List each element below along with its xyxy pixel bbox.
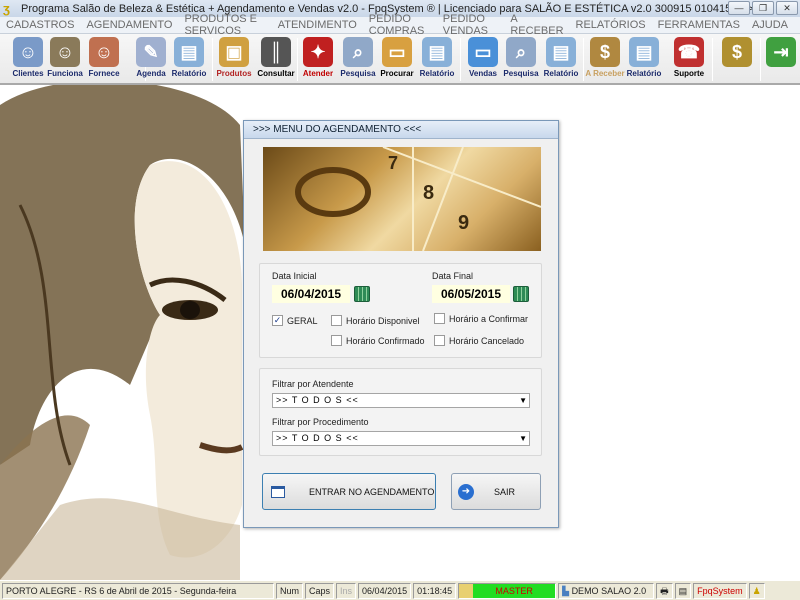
printer-icon: ▤: [422, 37, 452, 67]
a-confirmar-label: Horário a Confirmar: [449, 313, 529, 324]
agenda-icon: ✎: [136, 37, 166, 67]
entrar-label: ENTRAR NO AGENDAMENTO: [309, 486, 435, 497]
clients-icon: ☺: [13, 37, 43, 67]
status-location: PORTO ALEGRE - RS 6 de Abril de 2015 - S…: [2, 582, 274, 599]
maximize-button[interactable]: ❐: [752, 1, 774, 15]
status-date: 06/04/2015: [358, 582, 412, 599]
exit-icon: ⇥: [766, 37, 796, 67]
status-user: MASTER: [458, 582, 557, 599]
status-brand: FpqSystem: [693, 582, 747, 599]
toolbar-label: Fornece: [88, 69, 120, 78]
date-filter-group: Data Inicial 06/04/2015 Data Final 06/05…: [259, 263, 542, 358]
checkmark-icon: ✓: [272, 315, 283, 326]
entrar-agendamento-button[interactable]: ENTRAR NO AGENDAMENTO: [262, 473, 436, 510]
menu-relat-rios[interactable]: RELATÓRIOS: [576, 19, 646, 31]
disponivel-label: Horário Disponivel: [346, 315, 420, 326]
support-icon: ☎: [674, 37, 704, 67]
filters-group: Filtrar por Atendente >> T O D O S << ▼ F…: [259, 368, 542, 456]
confirmado-checkbox[interactable]: Horário Confirmado: [331, 335, 425, 346]
boxes-icon: ▣: [219, 37, 249, 67]
confirmado-label: Horário Confirmado: [346, 335, 425, 346]
printer-icon: ▤: [629, 37, 659, 67]
minimize-button[interactable]: —: [728, 1, 750, 15]
toolbar-button-exit[interactable]: ⇥: [760, 36, 800, 82]
atendente-select[interactable]: >> T O D O S << ▼: [272, 393, 530, 408]
close-button[interactable]: ✕: [776, 1, 798, 15]
toolbar-button-relat-rio[interactable]: ▤ Relatório: [623, 36, 665, 82]
background-area: >>> MENU DO AGENDAMENTO <<< 7 8 9 Data I…: [0, 85, 800, 580]
menu-ferramentas[interactable]: FERRAMENTAS: [658, 19, 740, 31]
sair-label: SAIR: [494, 486, 516, 497]
suppliers-icon: ☺: [89, 37, 119, 67]
disponivel-checkbox[interactable]: Horário Disponivel: [331, 315, 420, 326]
users-icon[interactable]: ♟: [748, 582, 765, 599]
data-inicial-label: Data Inicial: [272, 271, 317, 281]
db-name: DEMO SALAO 2.0: [571, 585, 647, 596]
toolbar-label: Suporte: [673, 69, 705, 78]
data-inicial-input[interactable]: 06/04/2015: [272, 285, 350, 303]
user-icon: [459, 583, 474, 598]
network-icon[interactable]: ▤: [674, 582, 692, 599]
monitor-icon: ▭: [468, 37, 498, 67]
menu-bar: CADASTROS AGENDAMENTO PRODUTOS E SERVIÇOS A…: [0, 13, 800, 37]
cancelado-checkbox[interactable]: Horário Cancelado: [434, 335, 524, 346]
toolbar-button-relat-rio[interactable]: ▤ Relatório: [416, 36, 458, 82]
printer-icon: ▤: [174, 37, 204, 67]
a-confirmar-checkbox[interactable]: Horário a Confirmar: [434, 313, 528, 324]
search-docs-icon: ⌕: [343, 37, 373, 67]
calendar-number: 9: [458, 212, 469, 234]
calendar-icon[interactable]: [513, 286, 529, 302]
calendar-number: 8: [423, 182, 434, 204]
chevron-down-icon: ▼: [519, 434, 527, 443]
sair-button[interactable]: ➜ SAIR: [451, 473, 541, 510]
printer-icon[interactable]: 🖶: [656, 582, 673, 599]
employees-icon: ☺: [50, 37, 80, 67]
menu-cadastros[interactable]: CADASTROS: [6, 19, 74, 31]
coin-icon: $: [722, 37, 752, 67]
data-final-input[interactable]: 06/05/2015: [432, 285, 510, 303]
toolbar-button-suporte[interactable]: ☎ Suporte: [668, 36, 710, 82]
filtro-atendente-label: Filtrar por Atendente: [272, 379, 354, 389]
calendar-icon[interactable]: [354, 286, 370, 302]
search-docs-icon: ⌕: [506, 37, 536, 67]
menu-atendimento[interactable]: ATENDIMENTO: [278, 19, 357, 31]
toolbar-button-fornece[interactable]: ☺ Fornece: [83, 36, 125, 82]
arrow-right-icon: ➜: [458, 483, 474, 500]
procedimento-select[interactable]: >> T O D O S << ▼: [272, 431, 530, 446]
status-caps: Caps: [305, 582, 335, 599]
window-icon: [271, 485, 285, 498]
filtro-procedimento-label: Filtrar por Procedimento: [272, 417, 369, 427]
calendar-photo: 7 8 9: [263, 147, 541, 251]
status-db: ▙ DEMO SALAO 2.0: [558, 582, 655, 599]
user-name: MASTER: [473, 583, 556, 598]
dialog-title: >>> MENU DO AGENDAMENTO <<<: [244, 121, 558, 139]
toolbar-button-relat-rio[interactable]: ▤ Relatório: [168, 36, 210, 82]
db-icon: ▙: [562, 585, 572, 596]
cancelado-label: Horário Cancelado: [449, 335, 525, 346]
procedimento-value: >> T O D O S <<: [276, 433, 359, 443]
printer-icon: ▤: [546, 37, 576, 67]
geral-label: GERAL: [287, 315, 318, 326]
barcode-icon: ║: [261, 37, 291, 67]
agenda-menu-dialog: >>> MENU DO AGENDAMENTO <<< 7 8 9 Data I…: [243, 120, 559, 528]
status-num: Num: [276, 582, 304, 599]
status-bar: PORTO ALEGRE - RS 6 de Abril de 2015 - S…: [0, 580, 800, 600]
folder-icon: ▭: [382, 37, 412, 67]
toolbar-button-coin[interactable]: $: [716, 36, 758, 82]
calendar-number: 7: [388, 153, 398, 173]
menu-ajuda[interactable]: AJUDA: [752, 19, 788, 31]
money-icon: $: [590, 37, 620, 67]
atendente-value: >> T O D O S <<: [276, 395, 359, 405]
chevron-down-icon: ▼: [519, 396, 527, 405]
toolbar: ☺ Clientes ☺ Funciona ☺ Fornece ✎ Agenda ▤ Relató…: [0, 34, 800, 85]
menu-agendamento[interactable]: AGENDAMENTO: [86, 19, 172, 31]
data-final-label: Data Final: [432, 271, 474, 281]
geral-checkbox[interactable]: ✓ GERAL: [272, 315, 318, 326]
status-ins: Ins: [336, 582, 357, 599]
toolbar-button-relat-rio[interactable]: ▤ Relatório: [540, 36, 582, 82]
app-icon: ʒ: [3, 0, 10, 16]
status-time: 01:18:45: [413, 582, 457, 599]
atender-icon: ✦: [303, 37, 333, 67]
